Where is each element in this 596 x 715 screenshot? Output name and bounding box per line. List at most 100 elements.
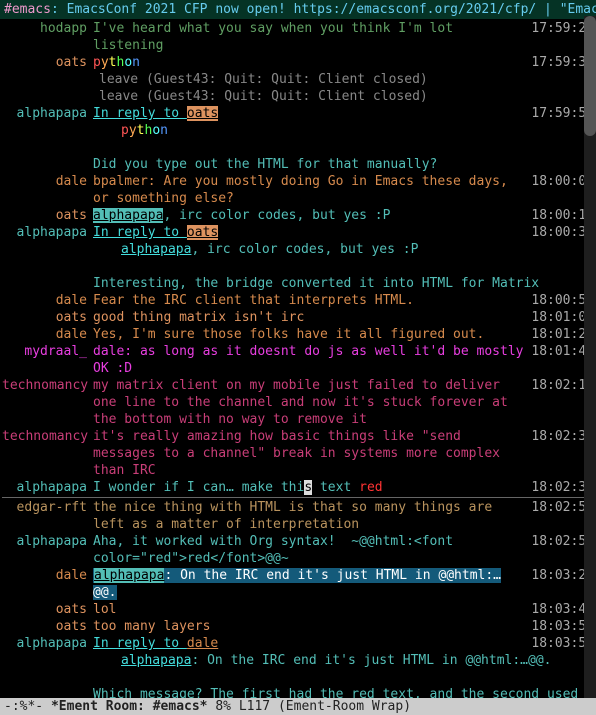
- message-row: alphapapa, irc color codes, but yes :P: [2, 241, 594, 258]
- message-body: Yes, I'm sure those folks have it all fi…: [93, 326, 525, 343]
- message-body: Aha, it worked with Org syntax! ~@@html:…: [93, 533, 525, 567]
- message-body: bpalmer: Are you mostly doing Go in Emac…: [93, 173, 525, 207]
- message-body: my matrix client on my mobile just faile…: [93, 377, 525, 428]
- modeline-mode: (Ement-Room Wrap): [270, 699, 411, 714]
- message-body: lol: [93, 601, 525, 618]
- message-row: oatsalphapapa, irc color codes, but yes …: [2, 207, 594, 224]
- message-body: it's really amazing how basic things lik…: [93, 428, 525, 479]
- nick: oats: [2, 618, 93, 635]
- modeline-buffer: *Ement Room: #emacs*: [51, 699, 208, 714]
- message-body: alphapapa, irc color codes, but yes :P: [93, 207, 525, 224]
- message-body: good thing matrix isn't irc: [93, 309, 525, 326]
- mention[interactable]: alphapapa: [93, 208, 163, 223]
- message-body: Which message? The first had the red tex…: [93, 686, 594, 698]
- divider: [2, 497, 594, 498]
- reply-target[interactable]: oats: [187, 225, 218, 240]
- blank-line: [2, 258, 594, 275]
- title-topic: : EmacsConf 2021 CFP now open! https://e…: [51, 2, 596, 17]
- message-body: alphapapa: On the IRC end it's just HTML…: [93, 652, 594, 669]
- message-body: In reply to oats: [93, 224, 525, 241]
- reply-link[interactable]: In reply to: [93, 225, 187, 240]
- message-row: alphapapaIn reply to dale18:03:59: [2, 635, 594, 652]
- modeline-line: L117: [239, 699, 270, 714]
- reply-target[interactable]: dale: [187, 636, 218, 651]
- message-body: leave (Guest43: Quit: Quit: Client close…: [93, 71, 594, 88]
- message-row: dalebpalmer: Are you mostly doing Go in …: [2, 173, 594, 207]
- mention[interactable]: alphapapa: [121, 242, 191, 257]
- reply-link[interactable]: In reply to: [93, 106, 187, 121]
- mention[interactable]: alphapapa: [94, 568, 164, 583]
- nick: oats: [2, 309, 93, 326]
- message-row: oatslol18:03:46: [2, 601, 594, 618]
- message-body: dale: as long as it doesnt do js as well…: [93, 343, 525, 377]
- cursor: s: [304, 480, 312, 495]
- message-body: I wonder if I can… make this text red: [93, 479, 525, 496]
- nick: technomancy: [2, 428, 93, 445]
- message-row: alphapapaIn reply to oats17:59:58: [2, 105, 594, 122]
- message-row: leave (Guest43: Quit: Quit: Client close…: [2, 88, 594, 105]
- message-row: oatsgood thing matrix isn't irc18:01:05: [2, 309, 594, 326]
- nick: oats: [2, 207, 93, 224]
- message-row: Interesting, the bridge converted it int…: [2, 275, 594, 292]
- nick: alphapapa: [2, 533, 93, 550]
- message-body: Fear the IRC client that interprets HTML…: [93, 292, 525, 309]
- title-bar: #emacs: EmacsConf 2021 CFP now open! htt…: [0, 0, 596, 19]
- reply-link[interactable]: In reply to: [93, 636, 187, 651]
- message-body: I've heard what you say when you think I…: [93, 20, 525, 54]
- message-row: Which message? The first had the red tex…: [2, 686, 594, 698]
- nick: dale: [2, 567, 93, 584]
- modeline-position: 8%: [208, 699, 239, 714]
- message-row: technomancyit's really amazing how basic…: [2, 428, 594, 479]
- message-body: In reply to oats: [93, 105, 525, 122]
- scrollbar-thumb[interactable]: [584, 16, 596, 136]
- message-body: leave (Guest43: Quit: Quit: Client close…: [93, 88, 594, 105]
- message-row: technomancymy matrix client on my mobile…: [2, 377, 594, 428]
- message-row: daleFear the IRC client that interprets …: [2, 292, 594, 309]
- message-row: dalealphapapa: On the IRC end it's just …: [2, 567, 594, 601]
- reply-target[interactable]: oats: [187, 106, 218, 121]
- message-row: alphapapa: On the IRC end it's just HTML…: [2, 652, 594, 669]
- message-row: alphapapaI wonder if I can… make this te…: [2, 479, 594, 496]
- message-row: alphapapaIn reply to oats18:00:35: [2, 224, 594, 241]
- mention[interactable]: alphapapa: [121, 653, 191, 668]
- message-row: python: [2, 122, 594, 139]
- nick: oats: [2, 601, 93, 618]
- message-body: Did you type out the HTML for that manua…: [93, 156, 594, 173]
- nick: alphapapa: [2, 105, 93, 122]
- message-row: mydraal_dale: as long as it doesnt do js…: [2, 343, 594, 377]
- message-row: alphapapaAha, it worked with Org syntax!…: [2, 533, 594, 567]
- message-row: leave (Guest43: Quit: Quit: Client close…: [2, 71, 594, 88]
- nick: mydraal_: [2, 343, 93, 360]
- nick: dale: [2, 292, 93, 309]
- channel-name: #emacs: [4, 2, 51, 17]
- message-body: alphapapa, irc color codes, but yes :P: [93, 241, 594, 258]
- blank-line: [2, 669, 594, 686]
- message-body: python: [93, 122, 594, 139]
- modeline-flags: -:%*-: [4, 699, 51, 714]
- message-row: daleYes, I'm sure those folks have it al…: [2, 326, 594, 343]
- nick: alphapapa: [2, 635, 93, 652]
- message-body: alphapapa: On the IRC end it's just HTML…: [93, 567, 525, 601]
- message-body: python: [93, 54, 525, 71]
- message-row: oatspython17:59:31: [2, 54, 594, 71]
- message-row: hodappI've heard what you say when you t…: [2, 20, 594, 54]
- message-body: too many layers: [93, 618, 525, 635]
- message-row: oatstoo many layers18:03:52: [2, 618, 594, 635]
- nick: dale: [2, 326, 93, 343]
- message-row: edgar-rftthe nice thing with HTML is tha…: [2, 499, 594, 533]
- nick: technomancy: [2, 377, 93, 394]
- nick: dale: [2, 173, 93, 190]
- message-body: In reply to dale: [93, 635, 525, 652]
- chat-log[interactable]: hodappI've heard what you say when you t…: [0, 19, 596, 698]
- nick: edgar-rft: [2, 499, 93, 516]
- message-body: the nice thing with HTML is that so many…: [93, 499, 525, 533]
- blank-line: [2, 139, 594, 156]
- nick: oats: [2, 54, 93, 71]
- message-row: Did you type out the HTML for that manua…: [2, 156, 594, 173]
- nick: hodapp: [2, 20, 93, 37]
- mode-line: -:%*- *Ement Room: #emacs* 8% L117 (Emen…: [0, 698, 596, 715]
- scrollbar[interactable]: [584, 16, 596, 698]
- message-body: Interesting, the bridge converted it int…: [93, 275, 594, 292]
- nick: alphapapa: [2, 224, 93, 241]
- nick: alphapapa: [2, 479, 93, 496]
